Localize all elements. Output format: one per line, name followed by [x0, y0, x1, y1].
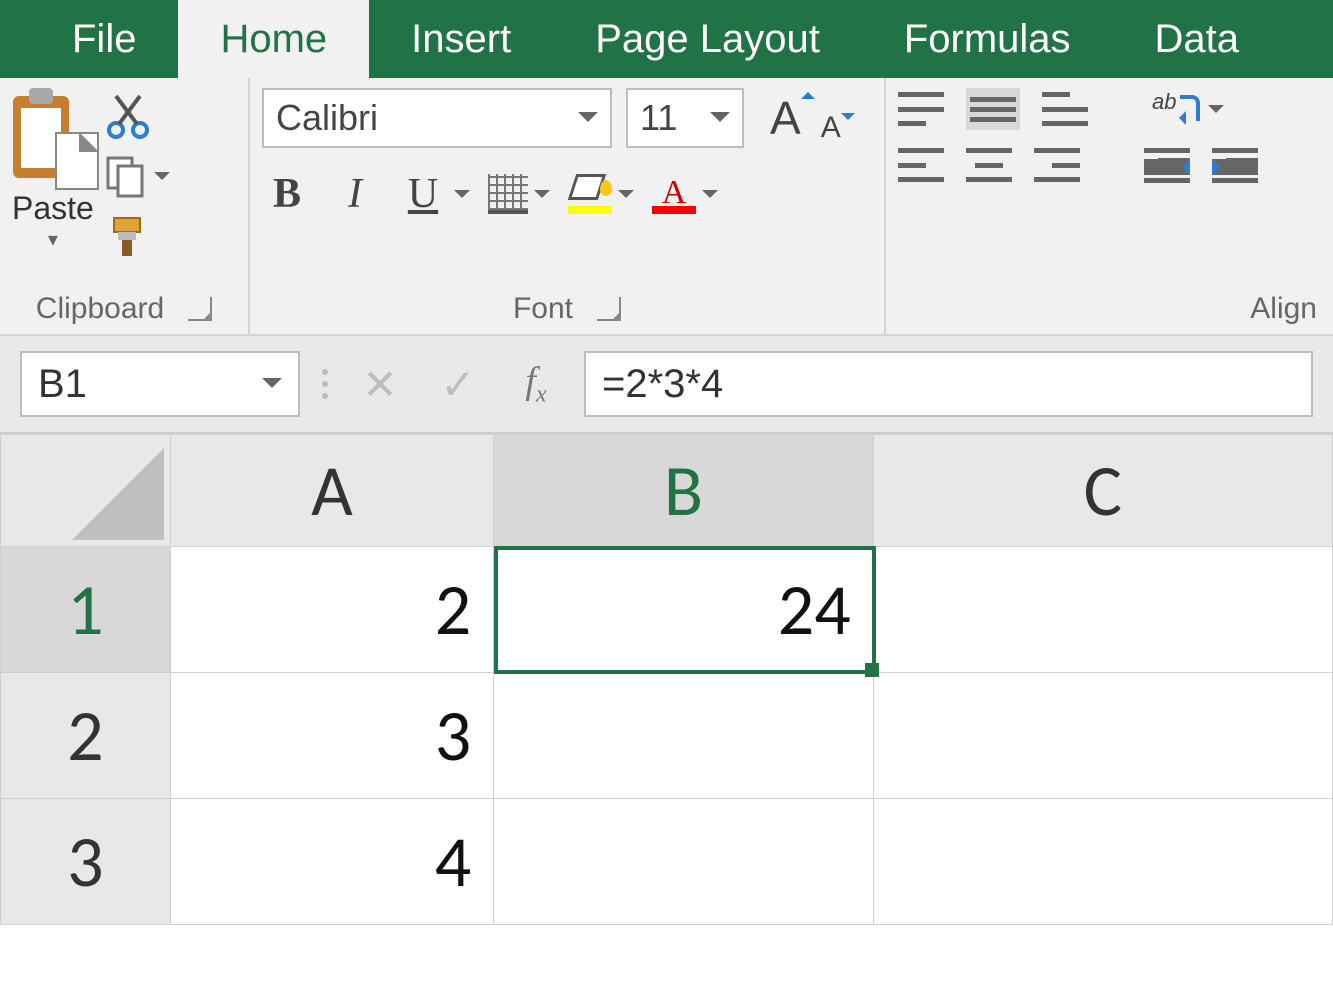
- font-launcher-icon[interactable]: [597, 297, 621, 321]
- cancel-formula-button[interactable]: ✕: [350, 360, 410, 409]
- increase-font-size-button[interactable]: A: [770, 91, 801, 145]
- font-color-dropdown-icon[interactable]: [702, 190, 718, 206]
- tab-home[interactable]: Home: [178, 0, 369, 78]
- underline-button[interactable]: U: [398, 170, 448, 218]
- paste-button[interactable]: Paste ▾: [12, 88, 94, 252]
- align-center-button[interactable]: [966, 148, 1012, 182]
- copy-dropdown-icon[interactable]: [154, 172, 170, 188]
- clipboard-launcher-icon[interactable]: [188, 297, 212, 321]
- name-box[interactable]: B1: [20, 351, 300, 417]
- copy-button[interactable]: [104, 154, 148, 198]
- orientation-dropdown-icon[interactable]: [1208, 105, 1224, 121]
- name-box-value: B1: [38, 362, 87, 407]
- tab-formulas[interactable]: Formulas: [862, 0, 1113, 78]
- bold-button[interactable]: B: [262, 170, 312, 218]
- enter-formula-button[interactable]: ✓: [428, 360, 488, 409]
- cell-a2[interactable]: 3: [170, 673, 494, 799]
- group-clipboard-label: Clipboard: [36, 292, 164, 326]
- group-clipboard: Paste ▾: [0, 78, 250, 334]
- italic-button[interactable]: I: [330, 170, 380, 218]
- underline-dropdown-icon[interactable]: [454, 190, 470, 206]
- align-top-button[interactable]: [898, 92, 944, 126]
- formula-bar-grip[interactable]: [318, 369, 332, 399]
- format-painter-button[interactable]: [104, 212, 152, 260]
- align-middle-button[interactable]: [966, 88, 1020, 130]
- cell-c2[interactable]: [873, 673, 1332, 799]
- orientation-button[interactable]: ab: [1152, 91, 1202, 127]
- chevron-down-icon: [262, 378, 282, 398]
- row-header-1[interactable]: 1: [1, 547, 171, 673]
- ribbon-tabstrip: File Home Insert Page Layout Formulas Da…: [0, 0, 1333, 78]
- cell-b3[interactable]: [494, 799, 873, 925]
- font-color-button[interactable]: A: [652, 174, 696, 214]
- decrease-font-size-button[interactable]: A: [821, 111, 841, 145]
- formula-input[interactable]: =2*3*4: [584, 351, 1313, 417]
- paste-dropdown-icon[interactable]: ▾: [48, 227, 58, 252]
- group-alignment: ab Align: [886, 78, 1333, 334]
- tab-insert[interactable]: Insert: [369, 0, 553, 78]
- cell-a3[interactable]: 4: [170, 799, 494, 925]
- cell-c1[interactable]: [873, 547, 1332, 673]
- font-name-value: Calibri: [276, 97, 378, 139]
- borders-dropdown-icon[interactable]: [534, 190, 550, 206]
- chevron-down-icon: [578, 112, 598, 132]
- font-size-value: 11: [640, 97, 677, 139]
- formula-bar: B1 ✕ ✓ fx =2*3*4: [0, 336, 1333, 434]
- paste-icon: [13, 88, 93, 186]
- select-all-corner[interactable]: [1, 435, 171, 547]
- fill-color-dropdown-icon[interactable]: [618, 190, 634, 206]
- cell-b2[interactable]: [494, 673, 873, 799]
- worksheet[interactable]: A B C 1 2 24 2 3 3 4: [0, 434, 1333, 925]
- chevron-down-icon: [710, 112, 730, 132]
- font-name-combo[interactable]: Calibri: [262, 88, 612, 148]
- tab-data[interactable]: Data: [1113, 0, 1282, 78]
- align-bottom-button[interactable]: [1042, 92, 1088, 126]
- column-header-b[interactable]: B: [494, 435, 873, 547]
- column-header-a[interactable]: A: [170, 435, 494, 547]
- cell-a1[interactable]: 2: [170, 547, 494, 673]
- row-header-2[interactable]: 2: [1, 673, 171, 799]
- group-font: Calibri 11 A A B I U: [250, 78, 886, 334]
- row-header-3[interactable]: 3: [1, 799, 171, 925]
- cell-c3[interactable]: [873, 799, 1332, 925]
- cut-button[interactable]: [104, 92, 170, 140]
- formula-input-value: =2*3*4: [602, 362, 723, 407]
- decrease-indent-button[interactable]: [1144, 148, 1190, 182]
- align-left-button[interactable]: [898, 148, 944, 182]
- align-right-button[interactable]: [1034, 148, 1080, 182]
- column-header-c[interactable]: C: [873, 435, 1332, 547]
- ribbon: Paste ▾: [0, 78, 1333, 336]
- group-alignment-label: Align: [1250, 292, 1317, 326]
- tab-page-layout[interactable]: Page Layout: [553, 0, 862, 78]
- increase-indent-button[interactable]: [1212, 148, 1258, 182]
- tab-file[interactable]: File: [30, 0, 178, 78]
- fill-color-button[interactable]: [568, 174, 612, 214]
- paste-label: Paste: [12, 190, 94, 227]
- borders-button[interactable]: [488, 174, 528, 214]
- group-font-label: Font: [513, 292, 573, 326]
- font-size-combo[interactable]: 11: [626, 88, 744, 148]
- insert-function-button[interactable]: fx: [506, 359, 566, 409]
- cell-b1[interactable]: 24: [494, 547, 873, 673]
